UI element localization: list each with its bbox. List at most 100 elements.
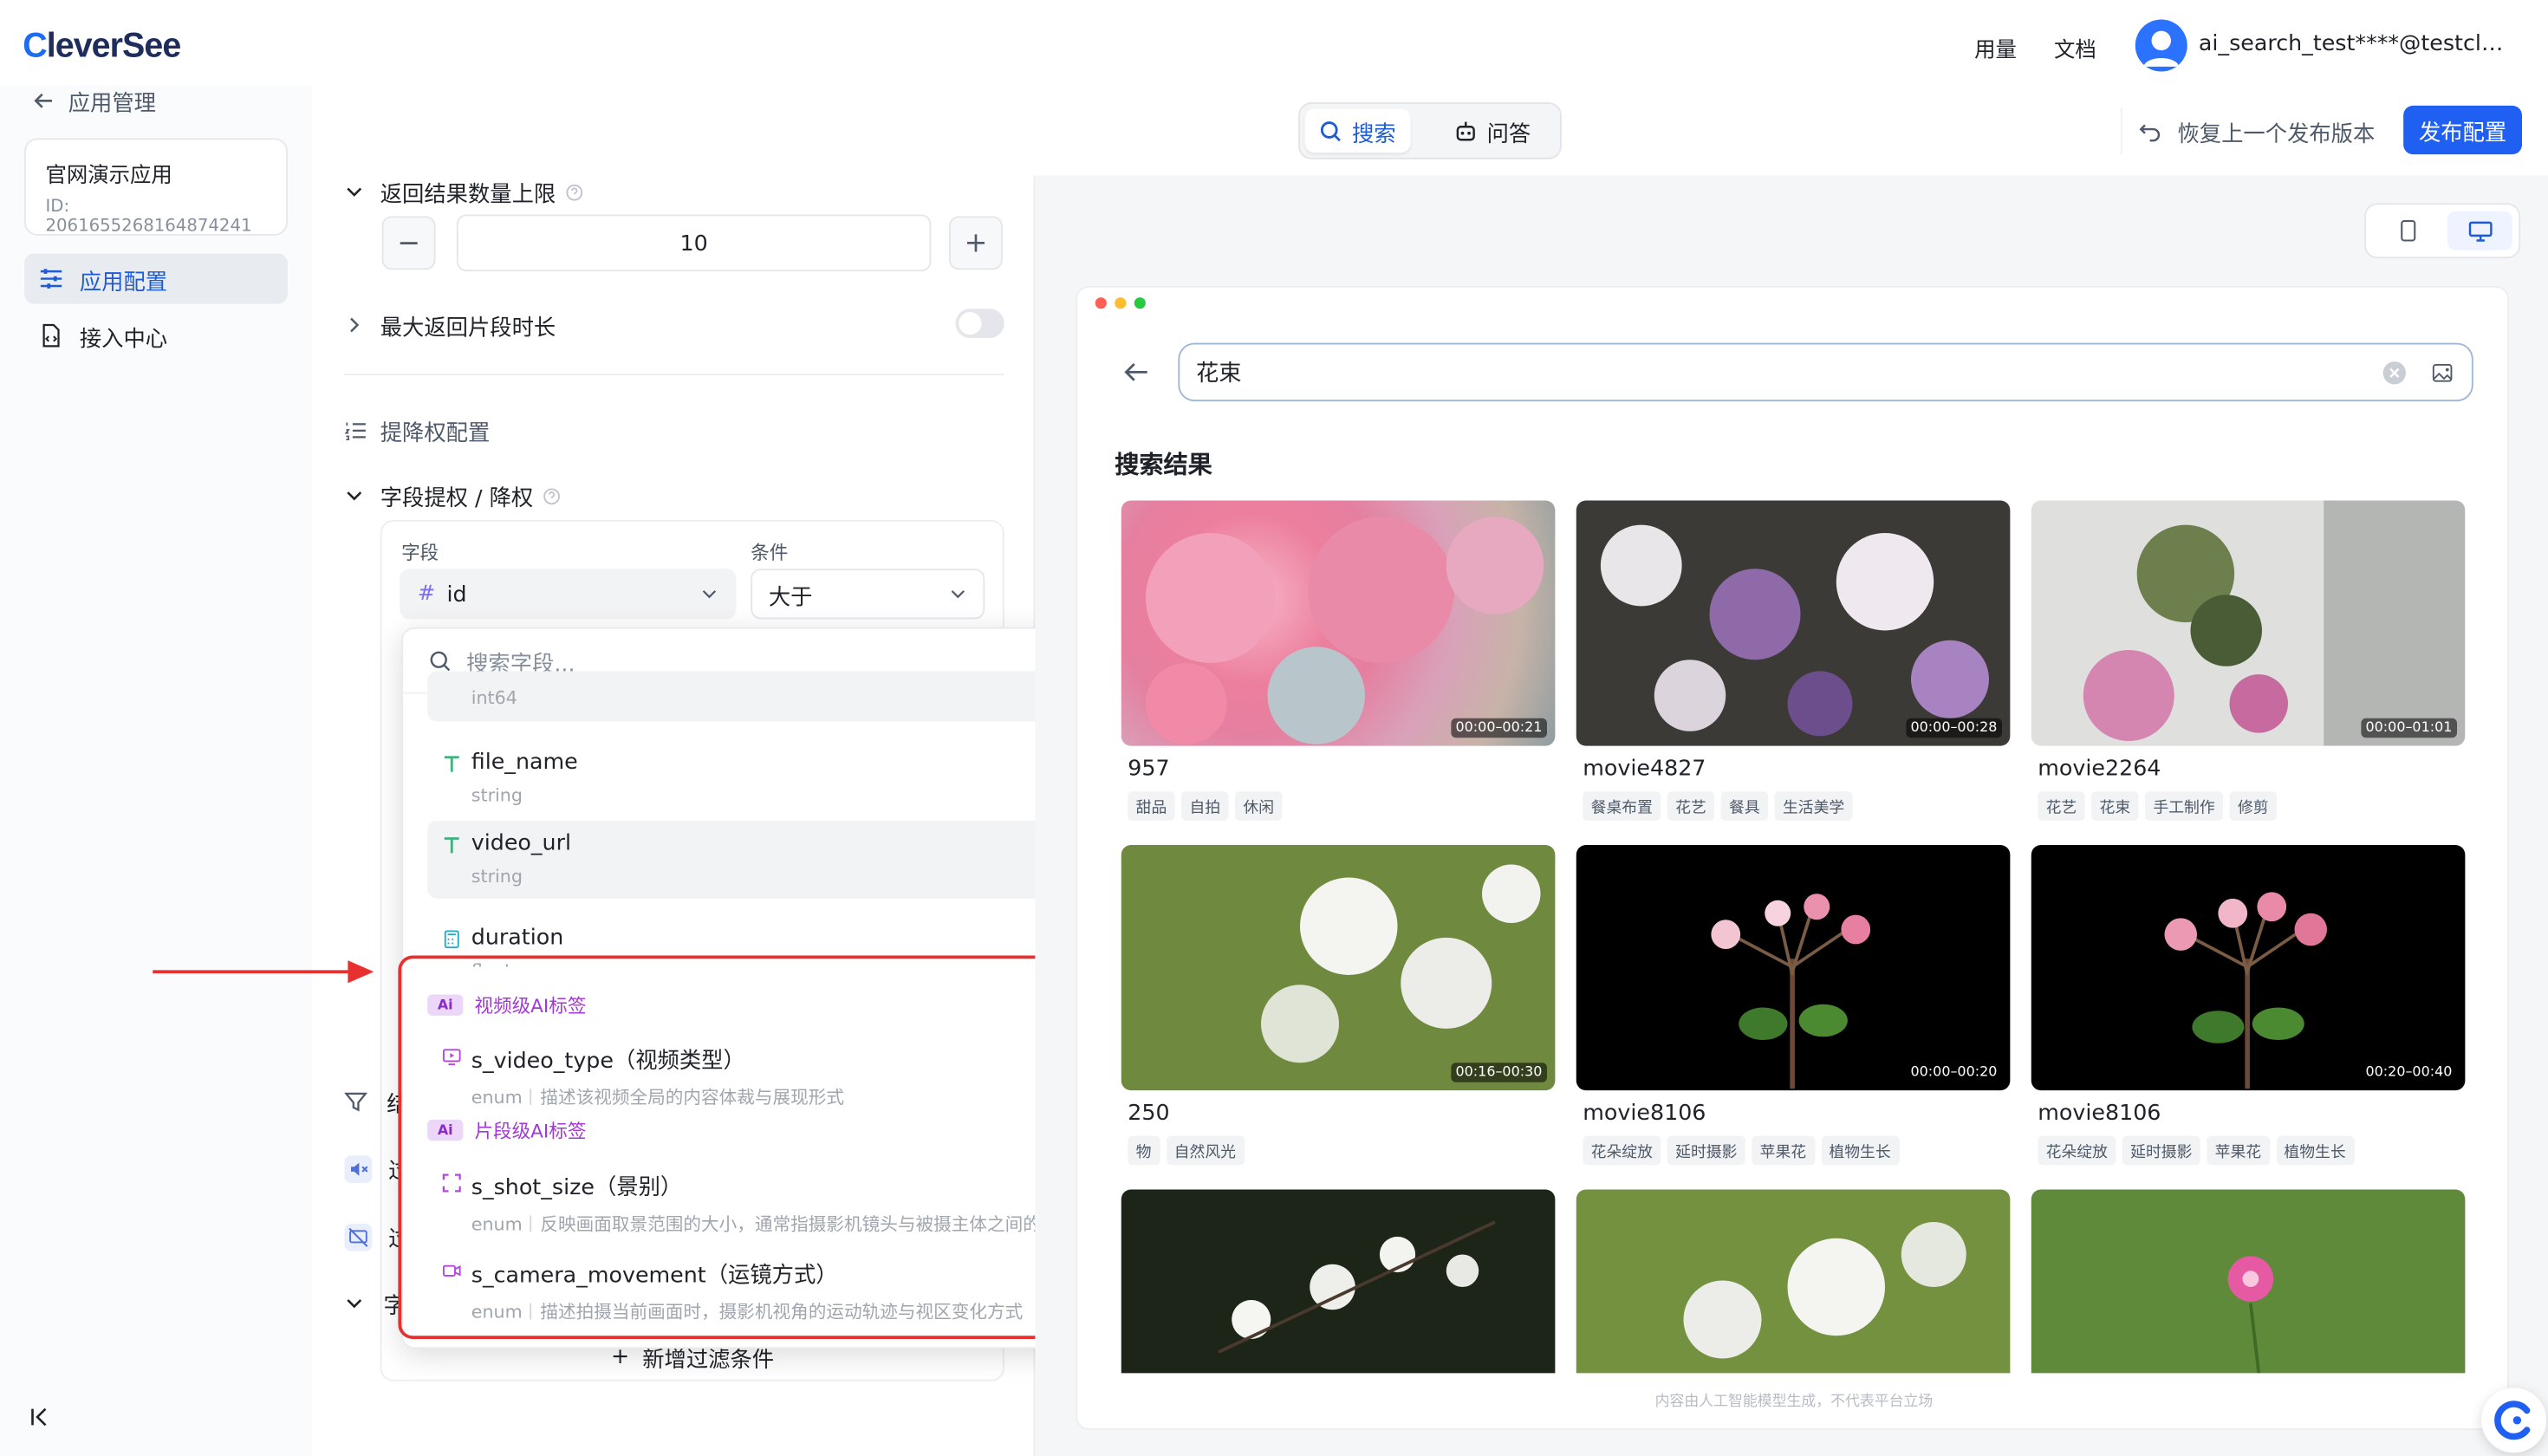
max-results-input[interactable]: 10: [456, 214, 932, 272]
list-ordered-icon: [344, 422, 366, 441]
back-icon[interactable]: [1123, 361, 1149, 383]
field-filter-header[interactable]: 字: [345, 1287, 406, 1320]
result-card[interactable]: 00:16–00:30 250 物 自然风光: [1121, 845, 1556, 1166]
ai-disclaimer: 内容由人工智能模型生成，不代表平台立场: [1654, 1394, 1934, 1411]
duration-badge: 00:00–01:01: [2360, 718, 2457, 738]
result-card[interactable]: [1121, 1189, 1556, 1374]
duration-badge: 00:00–00:20: [1905, 1063, 2002, 1082]
mobile-view-button[interactable]: [2376, 211, 2441, 250]
rank-section-header: 提降权配置: [344, 414, 491, 447]
result-card[interactable]: 00:20–00:40 movie8106 花朵绽放 延时摄影 苹果花 植物生长: [2031, 845, 2466, 1166]
desktop-view-button[interactable]: [2447, 211, 2512, 250]
video-thumbnail: 00:00–00:21: [1121, 500, 1556, 746]
tab-qa[interactable]: 问答: [1440, 109, 1545, 153]
video-thumbnail: 00:20–00:40: [2031, 845, 2466, 1091]
card-tags: 物 自然风光: [1121, 1135, 1556, 1166]
card-title: movie4827: [1583, 755, 1706, 782]
app-name: 官网演示应用: [45, 164, 172, 189]
back-to-app-management[interactable]: 应用管理: [33, 85, 156, 117]
screen-off-icon: [344, 1222, 373, 1251]
max-results-header[interactable]: 返回结果数量上限: [345, 176, 584, 208]
collapse-sidebar-icon[interactable]: [29, 1407, 49, 1427]
docs-link[interactable]: 文档: [2054, 33, 2096, 63]
app-id: ID: 2061655268164874241: [45, 196, 252, 236]
condition-select-value: 大于: [768, 584, 813, 611]
publish-button[interactable]: 发布配置: [2403, 105, 2522, 155]
app-card: 官网演示应用 ID: 2061655268164874241: [24, 138, 288, 236]
minimize-dot: [1115, 297, 1127, 309]
tag: 延时摄影: [2122, 1135, 2200, 1166]
calculator-icon: [444, 930, 459, 949]
sliders-icon: [40, 269, 62, 289]
tag: 生活美学: [1774, 791, 1853, 821]
field-label: 字段: [401, 541, 439, 564]
chevron-down-icon: [347, 1299, 362, 1309]
preview-search-input[interactable]: 花束: [1178, 342, 2473, 402]
monitor-icon: [2467, 220, 2492, 241]
result-card[interactable]: 00:00–00:21 957 甜品 自拍 休闲: [1121, 500, 1556, 821]
window-controls: [1095, 297, 1146, 309]
tag: 花束: [2091, 791, 2139, 821]
restore-label: 恢复上一个发布版本: [2177, 120, 2376, 147]
increment-button[interactable]: +: [949, 216, 1003, 270]
tab-search[interactable]: 搜索: [1304, 108, 1411, 153]
annotation-arrow: [153, 970, 364, 974]
robot-icon: [1456, 120, 1475, 140]
card-tags: 甜品 自拍 休闲: [1121, 791, 1556, 821]
condition-select[interactable]: 大于: [751, 569, 985, 620]
preview-search-value: 花束: [1196, 361, 1242, 387]
field-boost-header[interactable]: 字段提权 / 降权: [345, 479, 562, 512]
tag: 餐桌布置: [1583, 791, 1661, 821]
condition-label: 条件: [751, 541, 789, 564]
tag: 花朵绽放: [1583, 1135, 1661, 1166]
sidebar-item-app-config[interactable]: 应用配置: [24, 253, 288, 304]
image-search-icon[interactable]: [2431, 361, 2455, 385]
phone-icon: [2401, 219, 2416, 242]
card-title: movie8106: [1583, 1100, 1706, 1127]
video-thumbnail: 00:00–00:28: [1576, 500, 2011, 746]
section-divider: [344, 374, 1004, 376]
tab-search-label: 搜索: [1352, 120, 1396, 147]
max-clip-toggle[interactable]: [955, 309, 1004, 338]
duration-badge: 00:00–00:21: [1450, 718, 1547, 738]
tag: 花艺: [2038, 791, 2085, 821]
field-select[interactable]: # id: [400, 569, 737, 620]
video-thumbnail: 00:00–00:20: [1576, 845, 2011, 1091]
max-clip-header[interactable]: 最大返回片段时长: [345, 309, 556, 341]
result-card[interactable]: 00:00–01:01 movie2264 花艺 花束 手工制作 修剪: [2031, 500, 2466, 821]
duration-badge: 00:16–00:30: [1450, 1063, 1547, 1082]
tag: 延时摄影: [1667, 1135, 1745, 1166]
sidebar-item-access-center[interactable]: 接入中心: [24, 310, 288, 361]
clear-icon[interactable]: [2382, 361, 2407, 385]
tag: 自然风光: [1166, 1135, 1245, 1166]
tag: 休闲: [1235, 791, 1283, 821]
undo-icon: [2139, 123, 2161, 141]
text-icon: [444, 837, 459, 854]
rank-section-label: 提降权配置: [380, 420, 491, 447]
decrement-button[interactable]: −: [381, 216, 436, 270]
chevron-down-icon: [702, 590, 717, 599]
user-account[interactable]: ai_search_test****@testclo...: [2199, 31, 2511, 57]
help-icon[interactable]: [566, 183, 584, 201]
chevron-down-icon: [951, 590, 965, 599]
card-tags: 餐桌布置 花艺 餐具 生活美学: [1576, 791, 2011, 821]
maximize-dot: [1134, 297, 1146, 309]
result-card[interactable]: 00:00–00:28 movie4827 餐桌布置 花艺 餐具 生活美学: [1576, 500, 2011, 821]
sidebar-item-label: 应用配置: [79, 269, 168, 296]
card-title: 250: [1128, 1100, 1170, 1127]
result-card[interactable]: [2031, 1189, 2466, 1374]
result-card[interactable]: [1576, 1189, 2011, 1374]
restore-version-button[interactable]: 恢复上一个发布版本: [2120, 107, 2391, 155]
card-tags: 花朵绽放 延时摄影 苹果花 植物生长: [1576, 1135, 2011, 1166]
assistant-fab[interactable]: [2481, 1388, 2547, 1453]
tag: 苹果花: [2207, 1135, 2270, 1166]
file-code-icon: [42, 323, 60, 348]
help-icon[interactable]: [543, 487, 562, 505]
tag: 植物生长: [2276, 1135, 2355, 1166]
logo[interactable]: CleverSee: [23, 28, 181, 67]
usage-link[interactable]: 用量: [1974, 33, 2017, 63]
result-card[interactable]: 00:00–00:20 movie8106 花朵绽放 延时摄影 苹果花 植物生长: [1576, 845, 2011, 1166]
close-dot: [1095, 297, 1107, 309]
avatar[interactable]: [2135, 19, 2187, 72]
tab-qa-label: 问答: [1486, 120, 1531, 147]
